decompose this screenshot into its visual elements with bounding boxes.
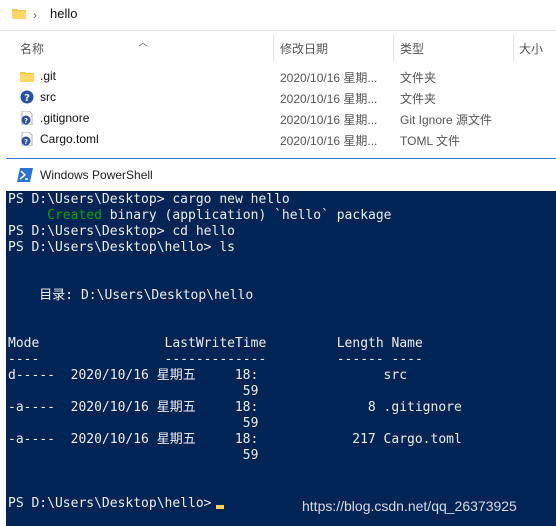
file-type: TOML 文件 — [400, 134, 461, 148]
file-list: .git 2020/10/16 星期... 文件夹 ? src 2020/10/… — [0, 66, 556, 150]
unknown-file-icon: ? — [21, 111, 33, 125]
powershell-title-bar[interactable]: Windows PowerShell — [6, 158, 556, 191]
folder-icon — [20, 72, 34, 82]
column-type[interactable]: 类型 — [400, 40, 424, 57]
powershell-icon — [17, 168, 33, 182]
column-divider[interactable] — [393, 34, 394, 62]
unknown-file-icon: ? — [20, 90, 34, 104]
file-row-git[interactable]: .git 2020/10/16 星期... 文件夹 — [0, 66, 556, 87]
file-date: 2020/10/16 星期... — [280, 71, 378, 85]
column-header-bar: ︿ 名称 修改日期 类型 大小 — [0, 34, 556, 62]
listing-row-wrap: 59 — [8, 416, 259, 431]
prompt-text: PS D:\Users\Desktop\hello> — [8, 496, 212, 511]
file-date: 2020/10/16 星期... — [280, 113, 378, 127]
listing-row: d----- 2020/10/16 星期五 18: src — [8, 368, 408, 383]
file-name: .git — [40, 69, 57, 83]
file-date: 2020/10/16 星期... — [280, 134, 378, 148]
file-row-src[interactable]: ? src 2020/10/16 星期... 文件夹 — [0, 87, 556, 108]
folder-icon — [12, 9, 26, 19]
terminal-output[interactable]: PS D:\Users\Desktop> cargo new hello Cre… — [8, 192, 556, 526]
directory-label: 目录: D:\Users\Desktop\hello — [8, 288, 254, 303]
file-name: Cargo.toml — [40, 132, 99, 146]
listing-row: -a---- 2020/10/16 星期五 18: 8 .gitignore — [8, 400, 462, 415]
listing-underline: ---- ------------- ------ ---- — [8, 352, 423, 367]
watermark: https://blog.csdn.net/qq_26373925 — [302, 498, 517, 514]
breadcrumb-current[interactable]: hello — [50, 6, 77, 21]
file-explorer: › hello ︿ 名称 修改日期 类型 大小 .git 2020/10/16 … — [0, 0, 556, 158]
file-type: Git Ignore 源文件 — [400, 113, 493, 127]
terminal-prompt[interactable]: PS D:\Users\Desktop\hello> — [8, 496, 224, 512]
powershell-window: Windows PowerShell PS D:\Users\Desktop> … — [6, 158, 556, 526]
listing-row: -a---- 2020/10/16 星期五 18: 217 Cargo.toml — [8, 432, 462, 447]
listing-header: Mode LastWriteTime Length Name — [8, 336, 423, 351]
breadcrumb-separator-icon: › — [33, 8, 37, 22]
terminal-line: Created binary (application) `hello` pac… — [8, 208, 392, 224]
column-divider[interactable] — [273, 34, 274, 62]
file-row-gitignore[interactable]: ? .gitignore 2020/10/16 星期... Git Ignore… — [0, 108, 556, 129]
file-name: src — [40, 90, 56, 104]
powershell-title: Windows PowerShell — [40, 168, 153, 182]
listing-row-wrap: 59 — [8, 448, 259, 463]
address-bar[interactable]: › hello — [0, 0, 556, 31]
file-row-cargo-toml[interactable]: ? Cargo.toml 2020/10/16 星期... TOML 文件 — [0, 129, 556, 150]
file-type: 文件夹 — [400, 71, 437, 85]
file-type: 文件夹 — [400, 92, 437, 106]
column-date[interactable]: 修改日期 — [280, 40, 328, 57]
terminal-line: PS D:\Users\Desktop> cargo new hello — [8, 192, 290, 207]
sort-ascending-icon: ︿ — [138, 38, 148, 49]
created-detail: binary (application) `hello` package — [101, 208, 392, 223]
column-divider[interactable] — [513, 34, 514, 62]
svg-text:?: ? — [24, 117, 28, 125]
svg-text:?: ? — [24, 93, 30, 104]
text-cursor — [215, 505, 224, 509]
listing-row-wrap: 59 — [8, 384, 259, 399]
column-size[interactable]: 大小 — [519, 40, 543, 57]
created-status: Created — [8, 208, 102, 223]
column-name[interactable]: 名称 — [20, 40, 44, 57]
file-date: 2020/10/16 星期... — [280, 92, 378, 106]
terminal-line: PS D:\Users\Desktop\hello> ls — [8, 240, 235, 255]
unknown-file-icon: ? — [21, 132, 33, 146]
terminal-line: PS D:\Users\Desktop> cd hello — [8, 224, 235, 239]
svg-text:?: ? — [24, 138, 28, 146]
file-name: .gitignore — [40, 111, 90, 125]
